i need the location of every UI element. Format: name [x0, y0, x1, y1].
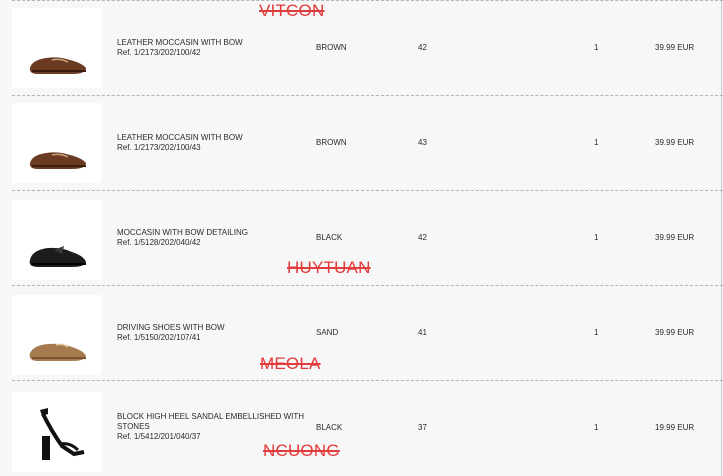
product-price: 39.99 EUR	[655, 328, 695, 337]
product-image-black-moccasin[interactable]	[12, 200, 102, 280]
product-reference: Ref. 1/5128/202/040/42	[117, 238, 201, 247]
black-sandal-image	[40, 408, 85, 460]
black-moccasin-image	[29, 246, 86, 267]
product-name: BLOCK HIGH HEEL SANDAL EMBELLISHED WITH …	[117, 412, 305, 431]
product-name: DRIVING SHOES WITH BOW	[117, 323, 225, 332]
product-size: 43	[418, 138, 427, 147]
product-color: BROWN	[316, 138, 347, 147]
product-name: LEATHER MOCCASIN WITH BOW	[117, 133, 243, 142]
product-quantity: 1	[594, 43, 599, 52]
product-image-brown-moccasin[interactable]	[12, 8, 102, 88]
product-price: 39.99 EUR	[655, 233, 695, 242]
product-quantity: 1	[594, 328, 599, 337]
sand-driving-shoe-image	[29, 343, 86, 361]
order-item-row: DRIVING SHOES WITH BOW Ref. 1/5150/202/1…	[0, 285, 723, 380]
watermark-text: VITCON	[259, 1, 325, 20]
order-item-row: BLOCK HIGH HEEL SANDAL EMBELLISHED WITH …	[0, 380, 723, 475]
watermark-text: NCUONG	[263, 441, 340, 460]
product-reference: Ref. 1/2173/202/100/43	[117, 143, 201, 152]
product-image-brown-moccasin[interactable]	[12, 103, 102, 183]
product-color: BROWN	[316, 43, 347, 52]
product-description: BLOCK HIGH HEEL SANDAL EMBELLISHED WITH …	[117, 412, 312, 442]
product-quantity: 1	[594, 233, 599, 242]
product-size: 41	[418, 328, 427, 337]
product-quantity: 1	[594, 138, 599, 147]
product-image-black-sandal[interactable]	[12, 392, 102, 472]
product-color: SAND	[316, 328, 339, 337]
product-description: MOCCASIN WITH BOW DETAILING Ref. 1/5128/…	[117, 228, 312, 248]
product-description: LEATHER MOCCASIN WITH BOW Ref. 1/2173/20…	[117, 38, 312, 58]
product-color: BLACK	[316, 233, 343, 242]
order-item-row: LEATHER MOCCASIN WITH BOW Ref. 1/2173/20…	[0, 0, 723, 95]
product-quantity: 1	[594, 423, 599, 432]
product-description: DRIVING SHOES WITH BOW Ref. 1/5150/202/1…	[117, 323, 312, 343]
watermark-text: MEOLA	[260, 354, 321, 373]
brown-moccasin-image	[29, 57, 86, 74]
watermark-text: HUYTUAN	[287, 258, 371, 277]
product-description: LEATHER MOCCASIN WITH BOW Ref. 1/2173/20…	[117, 133, 312, 153]
product-color: BLACK	[316, 423, 343, 432]
product-price: 19.99 EUR	[655, 423, 695, 432]
product-reference: Ref. 1/5150/202/107/41	[117, 333, 201, 342]
product-size: 42	[418, 233, 427, 242]
product-image-sand-driving-shoe[interactable]	[12, 295, 102, 375]
brown-moccasin-image	[29, 152, 86, 169]
product-price: 39.99 EUR	[655, 138, 695, 147]
product-name: LEATHER MOCCASIN WITH BOW	[117, 38, 243, 47]
product-reference: Ref. 1/2173/202/100/42	[117, 48, 201, 57]
product-name: MOCCASIN WITH BOW DETAILING	[117, 228, 248, 237]
product-size: 37	[418, 423, 427, 432]
order-item-row: LEATHER MOCCASIN WITH BOW Ref. 1/2173/20…	[0, 95, 723, 190]
product-size: 42	[418, 43, 427, 52]
product-price: 39.99 EUR	[655, 43, 695, 52]
